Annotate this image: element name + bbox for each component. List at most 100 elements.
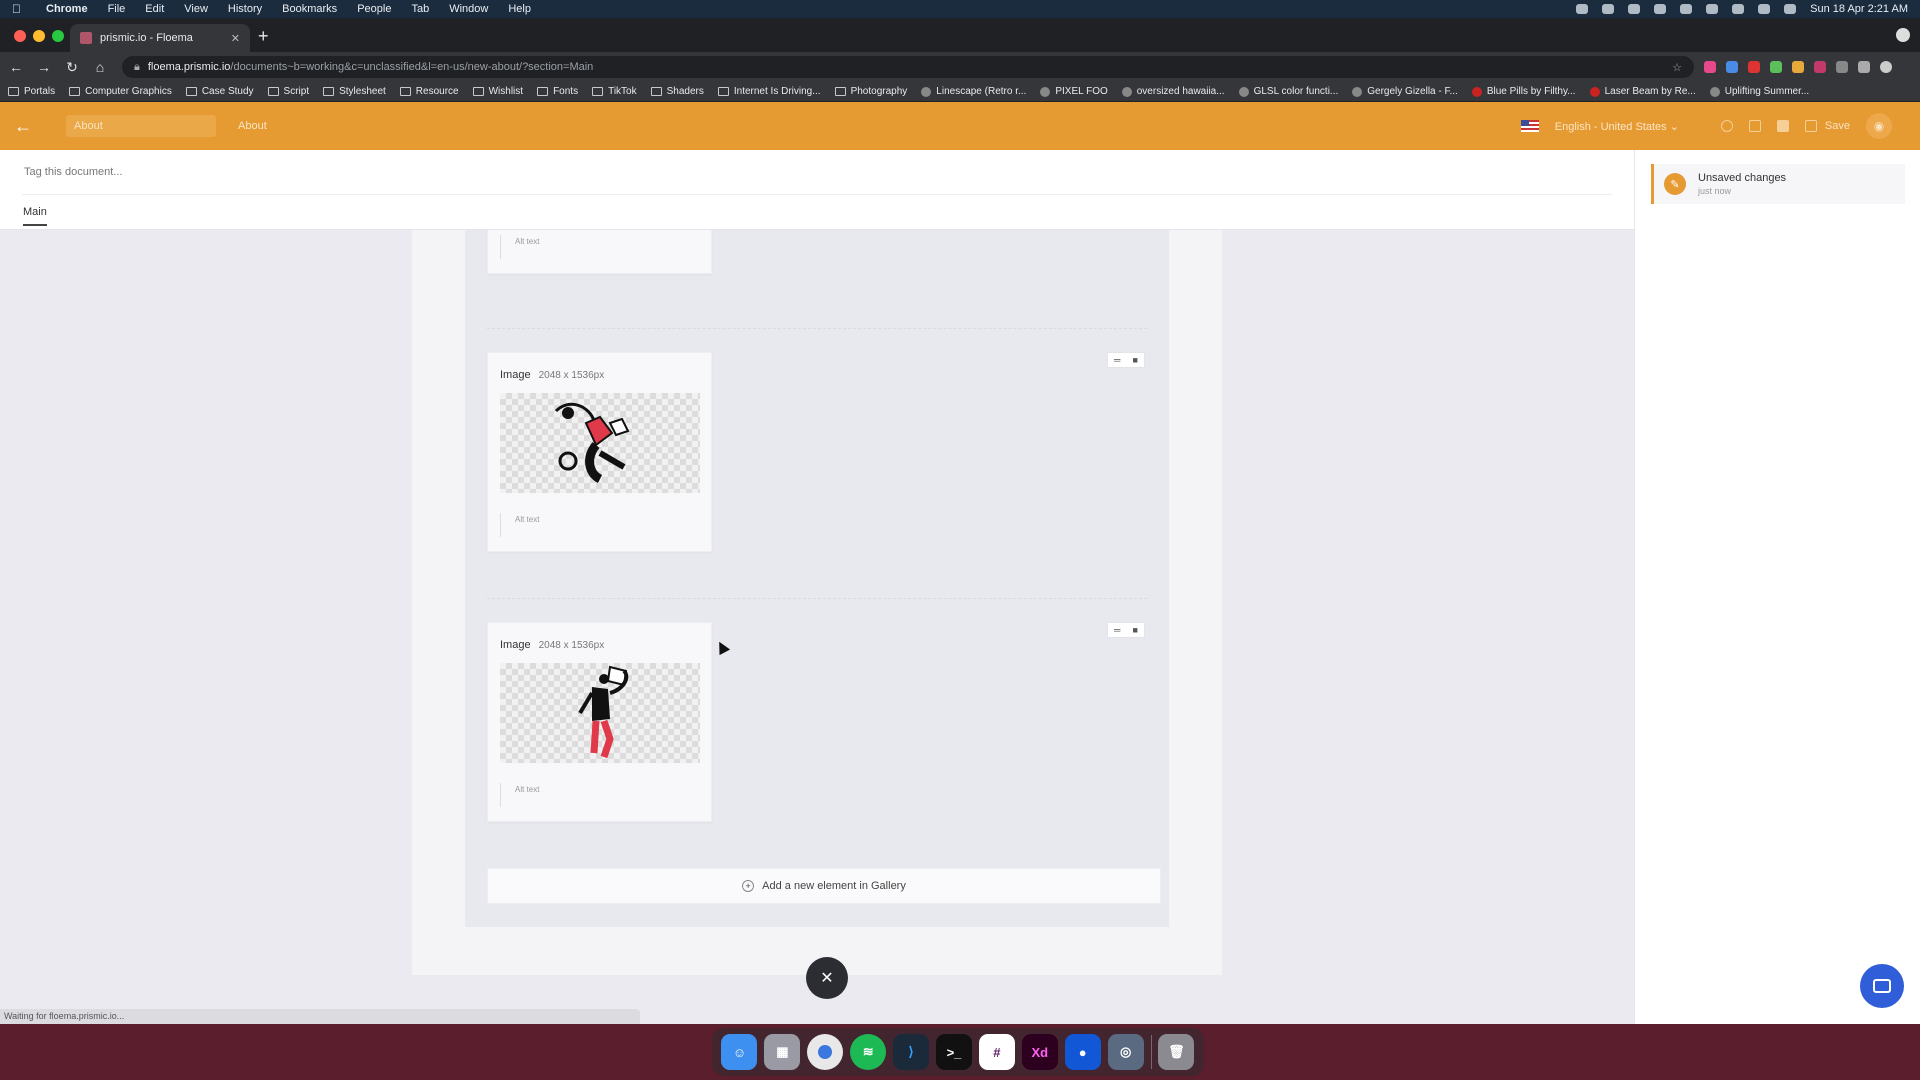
menu-file[interactable]: File (108, 3, 126, 15)
bookmark-link[interactable]: oversized hawaiia... (1121, 86, 1225, 97)
menu-tab[interactable]: Tab (411, 3, 429, 15)
language-selector[interactable]: English - United States ⌄ (1555, 120, 1679, 133)
menubar-clock[interactable]: Sun 18 Apr 2:21 AM (1810, 3, 1908, 15)
status-search-icon[interactable] (1758, 4, 1771, 14)
alt-text-field[interactable]: Alt text (500, 783, 539, 807)
delete-icon[interactable]: ■ (1133, 355, 1138, 365)
finder-icon[interactable]: ☺ (721, 1034, 758, 1070)
bookmark-folder[interactable]: Shaders (650, 86, 704, 97)
tag-input[interactable]: Tag this document... (24, 166, 122, 178)
history-icon[interactable] (1720, 120, 1733, 132)
extension-icon[interactable] (1770, 61, 1782, 73)
bookmark-folder[interactable]: TikTok (592, 86, 637, 97)
bookmark-link[interactable]: Laser Beam by Re... (1589, 86, 1696, 97)
reload-icon[interactable]: ↻ (60, 59, 84, 76)
bookmark-star-icon[interactable]: ☆ (1672, 61, 1682, 74)
document-title-field[interactable]: About (66, 115, 216, 137)
forward-icon[interactable]: → (32, 59, 56, 75)
status-bluetooth-icon[interactable] (1706, 4, 1719, 14)
delete-icon[interactable]: ■ (1133, 625, 1138, 635)
extension-icon[interactable] (1792, 61, 1804, 73)
chat-support-button[interactable] (1860, 964, 1904, 1008)
image-preview[interactable] (500, 663, 700, 763)
chrome-icon[interactable] (807, 1034, 844, 1070)
reorder-icon[interactable]: ═ (1114, 355, 1120, 365)
menu-edit[interactable]: Edit (145, 3, 164, 15)
bookmark-folder[interactable]: Photography (834, 86, 907, 97)
trash-icon[interactable]: 🗑︎ (1158, 1034, 1195, 1070)
bookmark-folder[interactable]: Portals (8, 86, 55, 97)
menu-help[interactable]: Help (508, 3, 531, 15)
menu-bookmarks[interactable]: Bookmarks (282, 3, 337, 15)
alt-text-field[interactable]: Alt text (500, 235, 539, 259)
terminal-icon[interactable]: >_ (935, 1034, 972, 1070)
extension-icon[interactable] (1814, 61, 1826, 73)
status-wifi-icon[interactable] (1732, 4, 1745, 14)
status-control-center-icon[interactable] (1784, 4, 1797, 14)
menu-window[interactable]: Window (449, 3, 488, 15)
launchpad-icon[interactable]: ▦ (764, 1034, 801, 1070)
menu-history[interactable]: History (228, 3, 262, 15)
menu-view[interactable]: View (184, 3, 208, 15)
back-arrow-icon[interactable]: ← (0, 116, 46, 137)
chrome-profile-icon[interactable] (1896, 28, 1910, 42)
tab-close-icon[interactable]: ✕ (231, 32, 240, 45)
extension-icon[interactable] (1748, 61, 1760, 73)
language-label: English - United States (1554, 120, 1667, 133)
bookmark-link[interactable]: Uplifting Summer... (1709, 86, 1809, 97)
save-button[interactable]: Save (1804, 120, 1850, 132)
puzzle-icon[interactable] (1858, 61, 1870, 73)
preview-eye-icon[interactable]: ◉ (1866, 113, 1892, 139)
status-battery-icon[interactable] (1680, 4, 1693, 14)
spotify-icon[interactable]: ≋ (850, 1034, 887, 1070)
apple-icon[interactable]:  (12, 2, 26, 16)
close-button[interactable]: ✕ (806, 957, 848, 999)
bookmark-folder[interactable]: Script (267, 86, 309, 97)
duplicate-icon[interactable] (1748, 120, 1761, 132)
status-cloud-icon[interactable] (1602, 4, 1615, 14)
bookmark-link[interactable]: Linescape (Retro r... (921, 86, 1026, 97)
bookmark-folder[interactable]: Wishlist (472, 86, 523, 97)
tab-main[interactable]: Main (23, 206, 47, 226)
extension-icon[interactable] (1836, 61, 1848, 73)
extension-icon[interactable] (1726, 61, 1738, 73)
vscode-icon[interactable]: ⟩ (893, 1034, 930, 1070)
minimize-window-button[interactable] (33, 30, 45, 42)
image-preview[interactable] (500, 393, 700, 493)
add-gallery-element-button[interactable]: + Add a new element in Gallery (487, 868, 1161, 904)
reorder-icon[interactable]: ═ (1114, 625, 1120, 635)
home-icon[interactable]: ⌂ (88, 59, 112, 75)
bookmark-link[interactable]: Blue Pills by Filthy... (1471, 86, 1576, 97)
bookmark-folder[interactable]: Computer Graphics (69, 86, 172, 97)
bookmark-label: oversized hawaiia... (1136, 86, 1225, 97)
bookmark-folder[interactable]: Fonts (537, 86, 578, 97)
avatar[interactable] (1880, 61, 1892, 73)
status-record-icon[interactable] (1576, 4, 1589, 14)
status-play-icon[interactable] (1654, 4, 1667, 14)
bookmark-folder[interactable]: Stylesheet (323, 86, 386, 97)
bookmark-link[interactable]: PIXEL FOO (1040, 86, 1108, 97)
bookmark-link[interactable]: GLSL color functi... (1238, 86, 1338, 97)
menu-people[interactable]: People (357, 3, 391, 15)
slack-icon[interactable]: # (978, 1034, 1015, 1070)
adobe-xd-icon[interactable]: Xd (1021, 1034, 1058, 1070)
extension-icon[interactable] (1704, 61, 1716, 73)
back-icon[interactable]: ← (4, 59, 28, 75)
bookmark-folder[interactable]: Internet Is Driving... (717, 86, 821, 97)
browser-tab-active[interactable]: prismic.io - Floema ✕ (70, 24, 250, 52)
folder-icon (323, 87, 335, 96)
more-menu-icon[interactable] (1902, 61, 1908, 73)
screen-capture-icon[interactable]: ◎ (1107, 1034, 1144, 1070)
bookmark-link[interactable]: Gergely Gizella - F... (1352, 86, 1458, 97)
alt-text-field[interactable]: Alt text (500, 513, 539, 537)
bookmark-folder[interactable]: Case Study (185, 86, 254, 97)
zoom-window-button[interactable] (52, 30, 64, 42)
status-1password-icon[interactable] (1628, 4, 1641, 14)
close-window-button[interactable] (14, 30, 26, 42)
archive-icon[interactable] (1776, 120, 1789, 132)
copilot-icon[interactable]: ● (1064, 1034, 1101, 1070)
new-tab-icon[interactable]: + (258, 26, 269, 47)
menu-app-name[interactable]: Chrome (46, 3, 88, 15)
address-bar[interactable]: 🔒︎ floema.prismic.io /documents~b=workin… (122, 56, 1694, 78)
bookmark-folder[interactable]: Resource (399, 86, 459, 97)
